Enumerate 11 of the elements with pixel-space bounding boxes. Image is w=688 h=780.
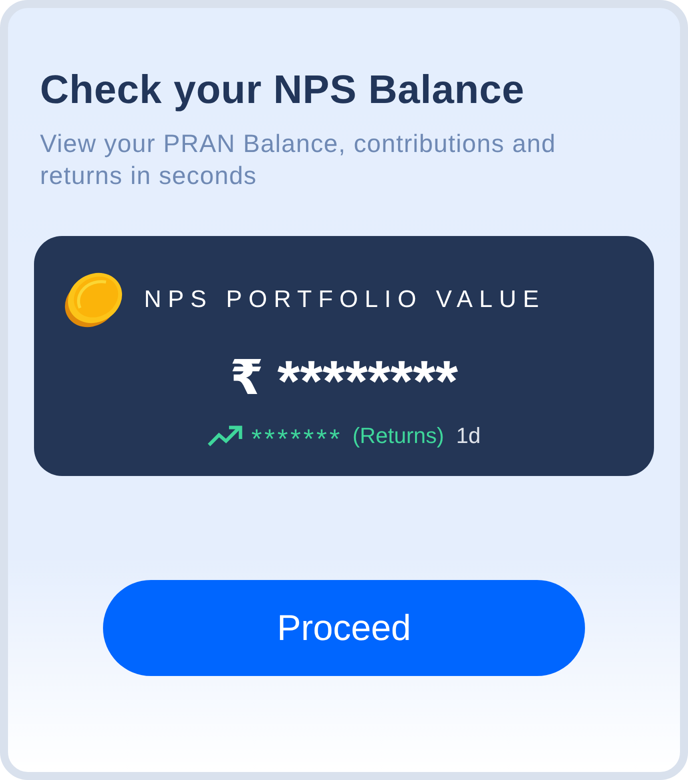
- page-title: Check your NPS Balance: [40, 67, 526, 114]
- coin-icon: [62, 272, 124, 328]
- trending-up-icon: [207, 425, 244, 447]
- returns-value: *******: [251, 423, 342, 454]
- portfolio-label: NPS PORTFOLIO VALUE: [144, 285, 546, 315]
- proceed-button[interactable]: Proceed: [103, 580, 585, 676]
- portfolio-value: ********: [277, 348, 458, 410]
- returns-label: (Returns): [352, 422, 444, 450]
- page-subtitle: View your PRAN Balance, contributions and returns in seconds: [40, 129, 558, 192]
- rupee-symbol: ₹: [230, 349, 264, 406]
- returns-period: 1d: [456, 422, 481, 450]
